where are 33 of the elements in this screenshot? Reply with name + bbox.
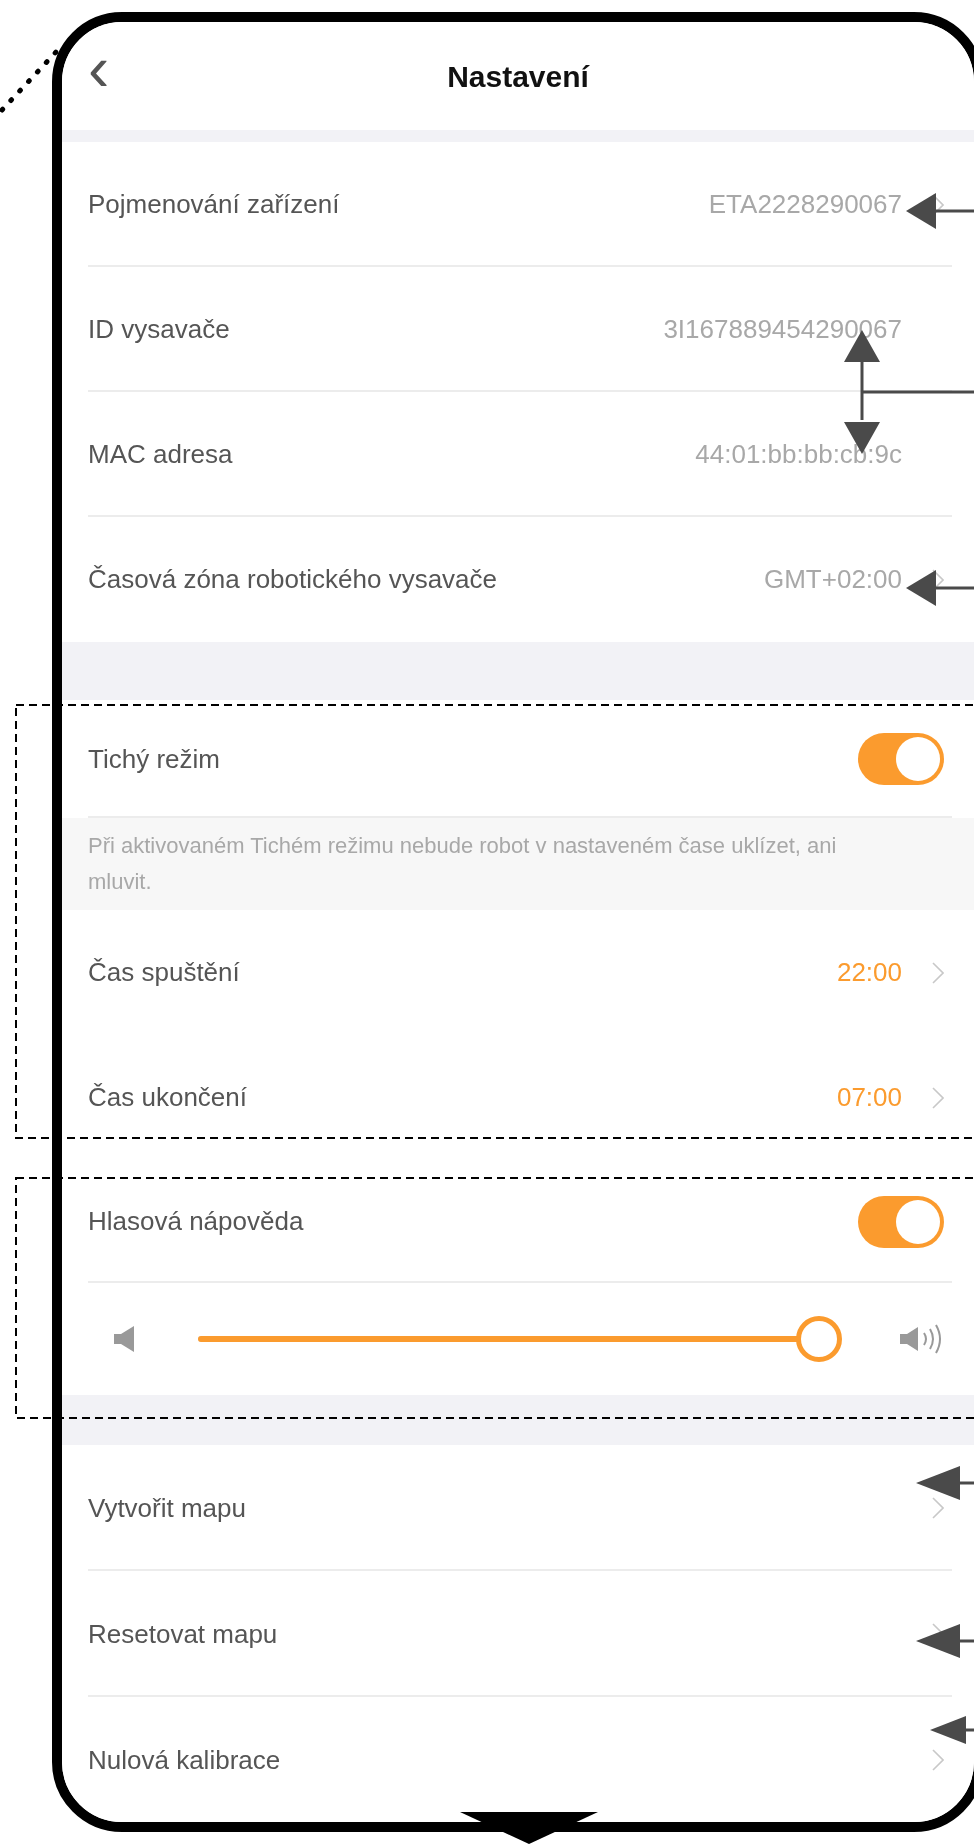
setting-label: Tichý režim [88,742,220,776]
info-note: Při aktivovaném Tichém režimu nebude robot v nastaveném čase uklízet, ani mluvit. [88,832,838,896]
chevron-icon [932,1497,944,1519]
volume-high-icon [900,1324,944,1354]
toggle-switch[interactable] [858,1195,944,1248]
setting-label: ID vysavače [88,313,230,346]
setting-value: 44:01:bb:bb:cb:9c [695,438,902,471]
setting-label: Časová zóna robotického vysavače [88,563,497,596]
setting-label: Pojmenování zařízení [88,188,340,221]
chevron-icon [932,1749,944,1771]
setting-label: Čas spuštění [88,956,240,989]
setting-label: Čas ukončení [88,1081,247,1114]
time-value: 22:00 [836,956,902,989]
back-button[interactable]: ‹ [88,36,110,100]
chevron-icon [932,961,944,984]
pointer-arrow [906,570,974,606]
pointer-arrow [906,193,974,229]
pointer-arrow [916,1466,974,1500]
toggle-switch[interactable] [858,733,944,785]
setting-label: Hlasová nápověda [88,1205,304,1238]
page-title: Nastavení [447,58,589,95]
pointer-arrow [916,1624,974,1658]
time-value: 07:00 [836,1081,902,1114]
setting-label: MAC adresa [88,438,233,471]
setting-value: 3I167889454290067 [663,313,902,346]
setting-label: Vytvořit mapu [88,1491,246,1525]
setting-value: ETA2228290067 [708,188,902,221]
pointer-arrow [930,1716,974,1744]
setting-label: Nulová kalibrace [88,1743,281,1777]
chevron-icon [932,1086,944,1109]
setting-label: Resetovat mapu [88,1617,278,1651]
setting-value: GMT+02:00 [764,563,902,596]
volume-low-icon [114,1326,136,1352]
